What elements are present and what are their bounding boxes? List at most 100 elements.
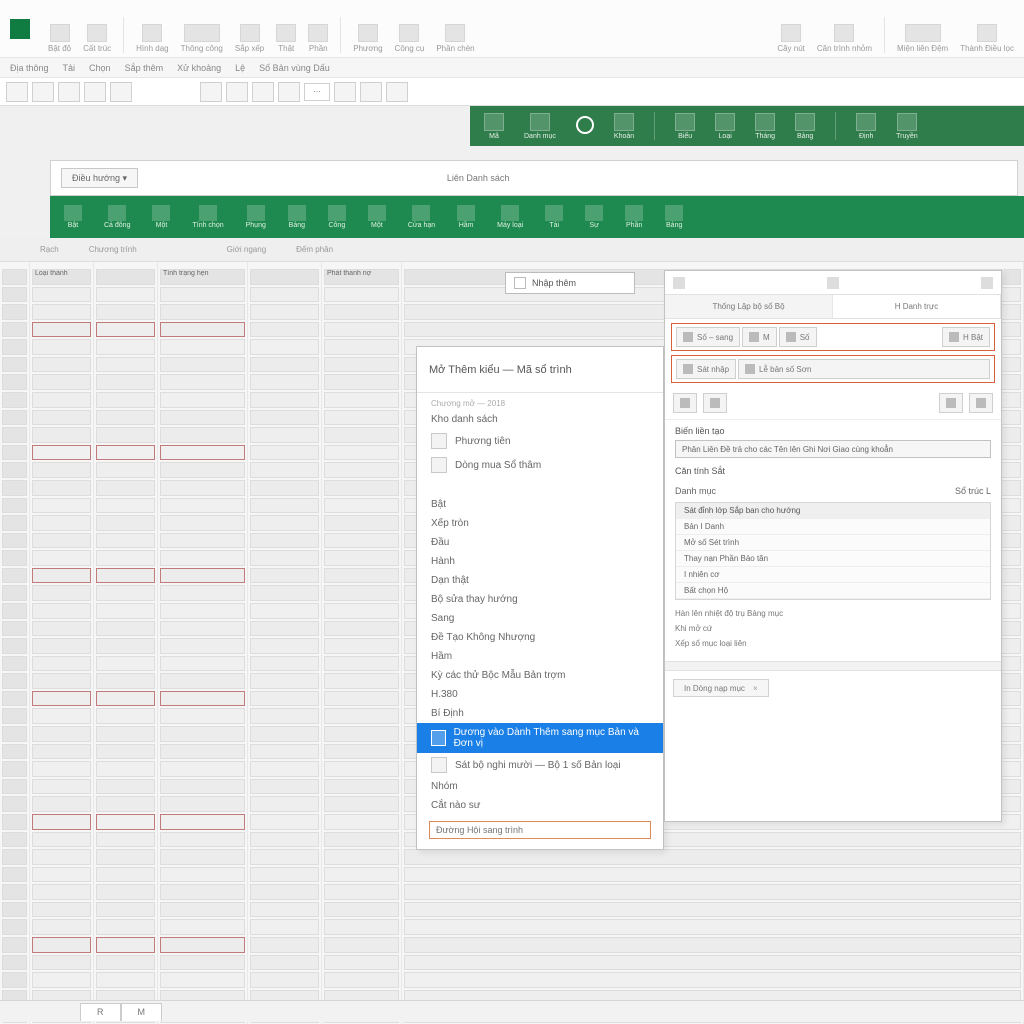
ribbon-item[interactable]: Cả đông [104,205,130,229]
ribbon-group[interactable]: Công cụ [395,24,425,53]
tool-button[interactable] [386,82,408,102]
column-header[interactable]: Loại thành [32,269,91,285]
tool-button[interactable] [334,82,356,102]
ribbon-group[interactable]: Cất trúc [83,24,111,53]
tool-button[interactable] [673,393,697,413]
list-item[interactable]: Mở số Sét trình [676,535,990,551]
list-item[interactable]: Sát bộ nghi mười — Bộ 1 số Bản loại [417,753,663,777]
list-item[interactable]: Thay nạn Phần Bảo tăn [676,551,990,567]
list-item[interactable]: Cắt nào sư [417,796,663,815]
sheet-tab[interactable]: M [121,1003,163,1021]
ribbon-group[interactable]: Phần chèn [436,24,474,53]
ribbon-item[interactable]: Tháng [755,113,775,140]
ribbon-item[interactable]: Bảng [795,113,815,140]
qat-item[interactable]: Sắp thêm [125,63,164,73]
sub-tab[interactable]: Giới ngang [227,245,267,254]
ribbon-item[interactable]: Phần [625,205,643,229]
ribbon-item[interactable]: Danh mục [524,113,556,140]
ribbon-group[interactable]: Phần [308,24,328,53]
tool-button[interactable] [226,82,248,102]
qat-item[interactable]: Tải [63,63,76,73]
list-item[interactable]: Sang [417,609,663,628]
ribbon-item[interactable]: Sự [585,205,603,229]
qat-item[interactable]: Lệ [235,63,245,73]
list-item[interactable]: Bất chọn Hộ [676,583,990,599]
ribbon-item[interactable]: Tính chọn [192,205,223,229]
ribbon-item[interactable]: Bảng [665,205,683,229]
list-item[interactable]: Bật [417,495,663,514]
menu-icon[interactable] [673,277,685,289]
column-header[interactable]: Tình trạng hẹn [160,269,245,285]
ribbon-item[interactable]: Tải [545,205,563,229]
close-icon[interactable] [981,277,993,289]
ribbon-item[interactable]: Một [152,205,170,229]
filter-dropdown[interactable]: Nhập thêm [505,272,635,294]
ribbon-group[interactable]: Thật [276,24,296,53]
list-item[interactable]: Phương tiên [417,429,663,453]
ribbon-item[interactable]: Định [856,113,876,140]
list-item-selected[interactable]: Dương vào Dành Thêm sang mục Bản và Đơn … [417,723,663,753]
ribbon-group[interactable]: Cây nút [777,24,805,53]
ribbon-item[interactable]: Hầm [457,205,475,229]
tool-button[interactable]: Số – sang [676,327,740,347]
sub-tab[interactable]: Đếm phân [296,245,333,254]
tool-button[interactable] [32,82,54,102]
doc-tab[interactable]: Điều hướng ▾ [61,168,138,188]
ribbon-item[interactable]: Khoản [614,113,634,140]
list-item[interactable]: Bộ sửa thay hướng [417,590,663,609]
qat-item[interactable]: Địa thông [10,63,49,73]
ribbon-item[interactable]: Truyền [896,113,918,140]
tool-button[interactable] [360,82,382,102]
tool-button[interactable]: Số [779,327,817,347]
ribbon-item[interactable]: Biểu [675,113,695,140]
qat-item[interactable]: Chọn [89,63,111,73]
list-item[interactable]: Đầu [417,533,663,552]
list-item[interactable]: Đề Tạo Không Nhượng [417,628,663,647]
ribbon-item[interactable]: Phụng [246,205,266,229]
ribbon-group[interactable]: Miện liên Đệm [897,24,948,53]
list-item[interactable]: Dạn thật [417,571,663,590]
ribbon-item[interactable]: Máy loại [497,205,523,229]
ribbon-item[interactable]: Bảng [288,205,306,229]
close-icon[interactable]: × [753,684,758,693]
tab[interactable]: H Danh trực [833,295,1001,318]
tool-button[interactable] [6,82,28,102]
ribbon-group[interactable]: Thành Điều lọc [960,24,1014,53]
list-item[interactable]: Hành [417,552,663,571]
qat-item[interactable]: Số Bản vùng Dấu [259,63,330,73]
list-item[interactable]: Dòng mua Sổ thâm [417,453,663,477]
ribbon-item[interactable]: Bật [64,205,82,229]
ribbon-item[interactable]: Công [328,205,346,229]
list-item[interactable]: Bản I Danh [676,519,990,535]
sub-tab[interactable]: Rạch [40,245,59,254]
ribbon-group[interactable]: Phương [353,24,382,53]
list-item[interactable]: Nhóm [417,777,663,796]
ribbon-group[interactable]: Sắp xếp [235,24,264,53]
tool-button[interactable]: H Bật [942,327,990,347]
ribbon-item[interactable]: Một [368,205,386,229]
tool-button[interactable] [939,393,963,413]
ribbon-group[interactable]: Căn trình nhỏm [817,24,872,53]
tool-button[interactable]: Lễ bản số Sơn [738,359,990,379]
ribbon-group[interactable]: Thông công [181,24,223,53]
ribbon-group[interactable]: Bật độ [48,24,71,53]
list-item[interactable]: H.380 [417,685,663,704]
tool-button[interactable] [278,82,300,102]
qat-item[interactable]: Xử khoảng [177,63,221,73]
tool-button[interactable]: M [742,327,777,347]
ribbon-item[interactable] [576,116,594,136]
gear-icon[interactable] [827,277,839,289]
mini-tab[interactable]: In Dòng nạp mục× [673,679,769,697]
tool-button[interactable] [200,82,222,102]
tool-button[interactable] [84,82,106,102]
path-input[interactable] [429,821,651,839]
tool-button[interactable] [969,393,993,413]
tool-button[interactable] [110,82,132,102]
sub-tab[interactable]: Chương trính [89,245,137,254]
ribbon-item[interactable]: Cửa hạn [408,205,435,229]
ribbon-item[interactable]: Mã [484,113,504,140]
sheet-tab[interactable]: R [80,1003,121,1021]
list-item[interactable]: Hầm [417,647,663,666]
ribbon-group[interactable]: Hình dạg [136,24,168,53]
tool-button[interactable]: Sát nhập [676,359,736,379]
